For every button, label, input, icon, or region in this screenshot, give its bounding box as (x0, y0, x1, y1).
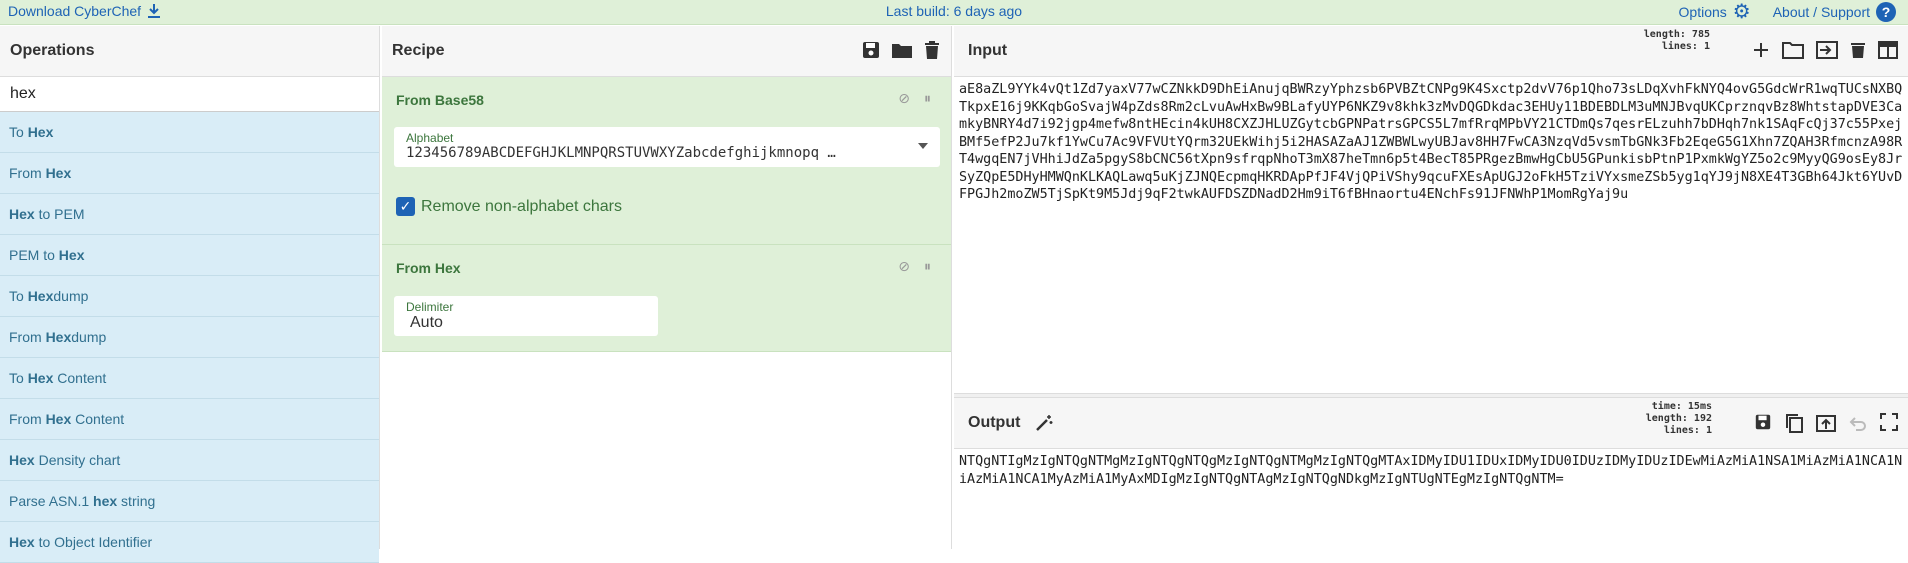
input-title: Input (968, 42, 1007, 60)
recipe-title: Recipe (392, 42, 444, 60)
alphabet-label: Alphabet (406, 131, 453, 145)
op-text-highlight: Hex (46, 165, 72, 181)
op-text-pre: PEM to (9, 247, 59, 263)
op-text-post: Content (53, 370, 106, 386)
op-text-highlight: Hex (9, 206, 35, 222)
recipe-op-from-base58[interactable]: From Base58 ⊘ ⏸ Alphabet 123456789ABCDEF… (382, 77, 951, 245)
op-text-pre: To (9, 288, 28, 304)
folder-icon[interactable] (891, 40, 913, 60)
op-text-post: string (117, 493, 155, 509)
io-panel: Input length: 785 lines: 1 aE8aZL9YYk4vQ… (954, 26, 1908, 549)
disable-icon[interactable]: ⊘ (898, 258, 910, 275)
delimiter-input[interactable]: Delimiter Auto (394, 296, 658, 336)
last-build-text: Last build: 6 days ago (0, 3, 1908, 19)
output-header-wrap: Output time: 15ms length: 192 lines: 1 (954, 398, 1908, 449)
recipe-header: Recipe (382, 26, 951, 77)
op-text-post: to PEM (35, 206, 85, 222)
op-text-post: Content (71, 411, 124, 427)
op-text-pre: To (9, 370, 28, 386)
top-bar: Download CyberChef Last build: 6 days ag… (0, 0, 1908, 25)
trash-icon[interactable] (1850, 41, 1866, 59)
output-lines: lines: 1 (1646, 425, 1712, 437)
output-time: time: 15ms (1646, 401, 1712, 413)
op-text-pre: From (9, 329, 46, 345)
chevron-down-icon[interactable] (918, 143, 928, 149)
op-text-pre: Parse ASN.1 (9, 493, 93, 509)
replace-input-icon[interactable] (1816, 413, 1836, 433)
op-text-highlight: Hex (46, 411, 72, 427)
operation-item[interactable]: From Hex Content (0, 399, 379, 440)
operation-item[interactable]: To Hexdump (0, 276, 379, 317)
open-folder-icon[interactable] (1782, 41, 1804, 59)
copy-icon[interactable] (1784, 413, 1804, 433)
op-text-post: dump (71, 329, 106, 345)
disable-icon[interactable]: ⊘ (898, 90, 910, 107)
op-text-highlight: Hex (59, 247, 85, 263)
output-title: Output (968, 414, 1020, 432)
operation-item[interactable]: From Hexdump (0, 317, 379, 358)
operation-item[interactable]: PEM to Hex (0, 235, 379, 276)
about-link[interactable]: About / Support (1773, 4, 1870, 20)
output-length: length: 192 (1646, 413, 1712, 425)
op-text-highlight: Hex (28, 370, 54, 386)
operations-panel: Operations hex To HexFrom HexHex to PEMP… (0, 26, 380, 549)
trash-icon[interactable] (923, 40, 941, 60)
save-icon[interactable] (1754, 413, 1772, 431)
operation-item[interactable]: Parse ASN.1 hex string (0, 481, 379, 522)
op-text-pre: From (9, 165, 46, 181)
op-text-highlight: Hex (46, 329, 72, 345)
operation-item[interactable]: From Hex (0, 153, 379, 194)
operation-item[interactable]: To Hex (0, 112, 379, 153)
fullscreen-icon[interactable] (1880, 413, 1898, 431)
op-text-pre: To (9, 124, 28, 140)
layout-icon[interactable] (1878, 41, 1898, 59)
op-text-highlight: Hex (9, 452, 35, 468)
op-name: From Base58 (396, 92, 484, 108)
open-file-icon[interactable] (1816, 41, 1838, 59)
input-textarea[interactable]: aE8aZL9YYk4vQt1Zd7yaxV77wCZNkkD9DhEiAnuj… (954, 77, 1908, 393)
operation-item[interactable]: Hex to PEM (0, 194, 379, 235)
delimiter-label: Delimiter (406, 300, 453, 314)
alphabet-value: 123456789ABCDEFGHJKLMNPQRSTUVWXYZabcdefg… (406, 145, 896, 161)
add-icon[interactable] (1752, 41, 1770, 59)
output-textarea[interactable]: NTQgNTIgMzIgNTQgNTMgMzIgNTQgNTQgMzIgNTQg… (954, 449, 1908, 549)
options-link[interactable]: Options (1679, 4, 1727, 20)
pause-icon[interactable]: ⏸ (924, 258, 931, 275)
checkbox-checked-icon[interactable]: ✓ (396, 197, 415, 216)
save-icon[interactable] (861, 40, 881, 60)
alphabet-select[interactable]: Alphabet 123456789ABCDEFGHJKLMNPQRSTUVWX… (394, 127, 940, 167)
op-text-highlight: Hex (9, 534, 35, 550)
output-text[interactable]: NTQgNTIgMzIgNTQgNTMgMzIgNTQgNTQgMzIgNTQg… (954, 449, 1908, 488)
remove-non-alphabet-checkbox[interactable]: ✓ Remove non-alphabet chars (396, 197, 622, 216)
operation-item[interactable]: To Hex Content (0, 358, 379, 399)
pause-icon[interactable]: ⏸ (924, 90, 931, 107)
operations-search-input[interactable]: hex (0, 77, 379, 112)
operation-item[interactable]: Hex to Object Identifier (0, 522, 379, 563)
operations-title: Operations (0, 26, 379, 77)
op-text-highlight: Hex (28, 288, 54, 304)
op-text-pre: From (9, 411, 46, 427)
output-header: Output time: 15ms length: 192 lines: 1 (954, 398, 1908, 449)
operations-list: To HexFrom HexHex to PEMPEM to HexTo Hex… (0, 112, 379, 563)
recipe-panel: Recipe From Base58 ⊘ ⏸ Alphabet 12345678… (382, 26, 952, 549)
op-text-post: to Object Identifier (35, 534, 153, 550)
operation-item[interactable]: Hex Density chart (0, 440, 379, 481)
op-text-highlight: hex (93, 493, 117, 509)
input-lines: lines: 1 (1644, 41, 1710, 53)
checkbox-label: Remove non-alphabet chars (421, 198, 622, 216)
gear-icon[interactable]: ⚙ (1733, 2, 1751, 22)
input-length: length: 785 (1644, 29, 1710, 41)
magic-wand-icon[interactable] (1034, 413, 1054, 433)
op-text-post: dump (53, 288, 88, 304)
input-text[interactable]: aE8aZL9YYk4vQt1Zd7yaxV77wCZNkkD9DhEiAnuj… (954, 77, 1908, 204)
op-text-highlight: Hex (28, 124, 54, 140)
help-icon[interactable]: ? (1876, 2, 1896, 22)
delimiter-value: Auto (410, 314, 443, 332)
op-text-post: Density chart (35, 452, 121, 468)
op-name: From Hex (396, 260, 461, 276)
recipe-op-from-hex[interactable]: From Hex ⊘ ⏸ Delimiter Auto (382, 245, 951, 352)
undo-icon[interactable] (1848, 413, 1868, 433)
input-header: Input length: 785 lines: 1 (954, 26, 1908, 77)
